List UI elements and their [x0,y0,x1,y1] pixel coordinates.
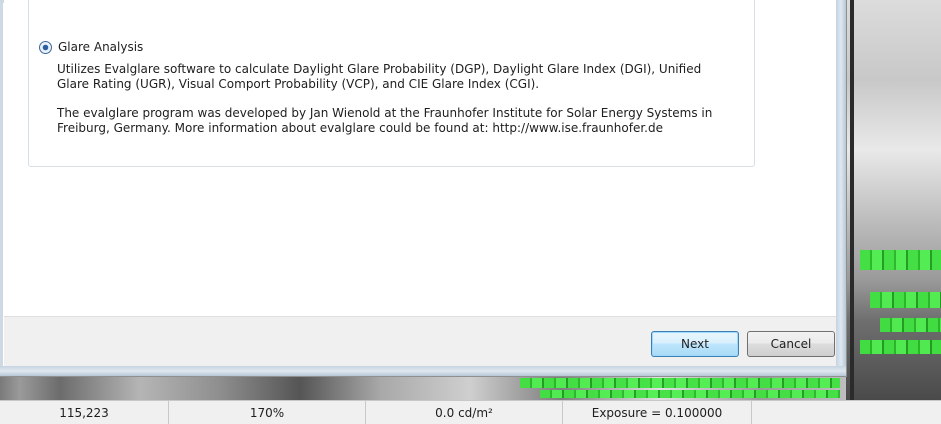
luminance-readout: 0.0 cd/m² [366,401,563,424]
cursor-coordinates: 115,223 [0,401,169,424]
zoom-level: 170% [169,401,366,424]
glare-analysis-label[interactable]: Glare Analysis [58,40,143,54]
cancel-button[interactable]: Cancel [747,331,835,357]
dialog-frame-right[interactable] [836,0,846,376]
glare-overlay [860,250,941,270]
analysis-wizard-dialog: Glare Analysis Utilizes Evalglare softwa… [0,0,847,377]
exposure-readout: Exposure = 0.100000 [563,401,752,424]
dialog-frame-bottom[interactable] [0,366,846,376]
glare-overlay [540,390,840,398]
glare-overlay [880,318,941,332]
dialog-content-panel: Glare Analysis Utilizes Evalglare softwa… [4,0,836,316]
next-button[interactable]: Next [651,331,739,357]
status-bar: 115,223 170% 0.0 cd/m² Exposure = 0.1000… [0,400,941,424]
status-extra [752,401,941,424]
glare-overlay [870,292,941,308]
window-frame-column [850,0,854,400]
evalglare-credits-text: The evalglare program was developed by J… [57,106,713,135]
glare-overlay [520,378,840,388]
dialog-button-bar: Next Cancel [4,316,836,367]
glare-analysis-option[interactable]: Glare Analysis [39,40,143,54]
glare-overlay [860,340,941,354]
glare-analysis-radio[interactable] [39,40,52,54]
glare-analysis-description: Utilizes Evalglare software to calculate… [57,62,702,91]
